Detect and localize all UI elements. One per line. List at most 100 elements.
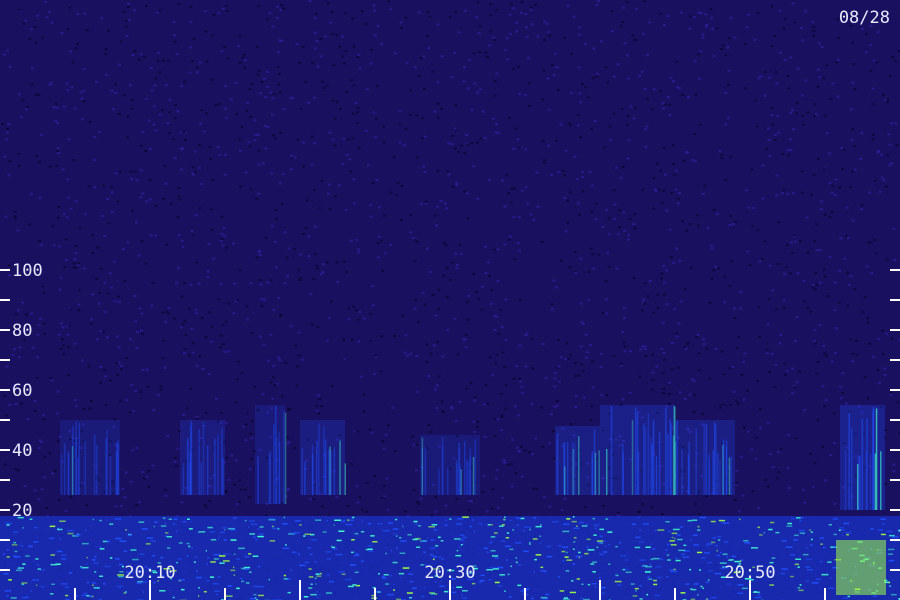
low-band-speck [435,593,438,595]
low-band-speck [407,573,414,575]
heatmap-cell [641,70,645,73]
low-band-speck [587,583,591,586]
low-band-speck [245,582,250,584]
heatmap-cell [262,343,266,346]
heatmap-cell [563,197,567,199]
heatmap-cell [424,202,428,205]
heatmap-cell [225,246,229,249]
heatmap-cell [434,224,438,227]
heatmap-cell [282,7,286,10]
activity-streak [872,407,875,510]
low-band-speck [67,532,74,535]
heatmap-cell [118,301,121,304]
heatmap-cell [638,74,642,77]
low-band-speck [378,573,380,575]
low-band-speck [383,574,389,576]
low-band-speck [220,531,225,534]
low-band-speck [283,574,286,577]
low-band-speck [669,540,675,542]
heatmap-cell [37,161,41,164]
heatmap-cell [343,12,347,15]
low-band-speck [55,563,61,565]
low-band-speck [683,544,687,547]
low-band-speck [802,553,809,556]
low-band-speck [578,551,581,554]
heatmap-cell [37,447,41,449]
low-band-speck [418,525,421,527]
heatmap-cell [115,362,119,364]
heatmap-cell [242,53,246,56]
low-band-speck [50,554,55,556]
activity-streak [268,453,271,504]
heatmap-cell [478,88,482,91]
low-band-speck [702,587,704,589]
heatmap-cell [107,222,111,225]
heatmap-cell [200,109,204,112]
heatmap-cell [374,117,378,120]
heatmap-cell [570,52,574,55]
heatmap-cell [56,147,60,150]
low-band-speck [572,516,575,518]
low-band-speck [592,517,596,520]
heatmap-cell [702,343,706,346]
heatmap-cell [238,479,242,482]
heatmap-cell [450,76,454,79]
heatmap-cell [881,94,885,97]
low-band-speck [654,594,661,597]
low-band-speck [314,561,317,563]
low-band-speck [393,589,395,591]
heatmap-cell [227,478,231,481]
activity-streak [651,443,653,495]
heatmap-cell [776,114,780,117]
heatmap-cell [208,499,212,502]
activity-streak [695,428,697,495]
heatmap-cell [327,192,330,195]
low-band-speck [109,557,113,559]
heatmap-cell [520,385,524,388]
low-band-speck [771,557,776,559]
date-label: 08/28 [839,8,890,28]
activity-streak [115,451,118,495]
heatmap-cell [512,377,516,380]
heatmap-cell [78,227,82,230]
heatmap-cell [604,279,608,282]
heatmap-cell [781,192,784,195]
heatmap-cell [151,464,155,467]
heatmap-cell [81,118,85,121]
low-band-speck [462,597,468,599]
heatmap-cell [376,256,380,259]
low-band-speck [221,527,227,529]
heatmap-cell [530,403,534,406]
heatmap-cell [332,64,336,67]
low-band-speck [61,583,68,585]
heatmap-cell [191,173,195,176]
heatmap-cell [804,79,808,82]
heatmap-cell [290,168,293,171]
heatmap-cell [675,335,679,338]
heatmap-cell [547,108,551,111]
heatmap-cell [601,225,605,228]
low-band-speck [701,557,706,559]
low-band-speck [233,574,236,576]
heatmap-cell [258,254,262,256]
low-band-speck [625,571,632,573]
heatmap-cell [436,23,440,26]
heatmap-cell [787,154,791,157]
heatmap-cell [860,28,864,30]
heatmap-cell [161,109,164,111]
activity-band [555,426,600,495]
heatmap-cell [750,168,754,171]
heatmap-cell [310,135,314,138]
low-band-speck [462,536,467,539]
low-band-speck [259,526,264,528]
heatmap-cell [743,43,747,46]
heatmap-cell [686,96,690,99]
heatmap-cell [258,335,262,338]
low-band-speck [584,552,589,555]
heatmap-cell [444,504,448,507]
heatmap-cell [712,55,716,57]
heatmap-cell [257,249,261,252]
heatmap-cell [886,154,890,157]
heatmap-cell [851,360,854,363]
low-band-speck [888,581,891,584]
